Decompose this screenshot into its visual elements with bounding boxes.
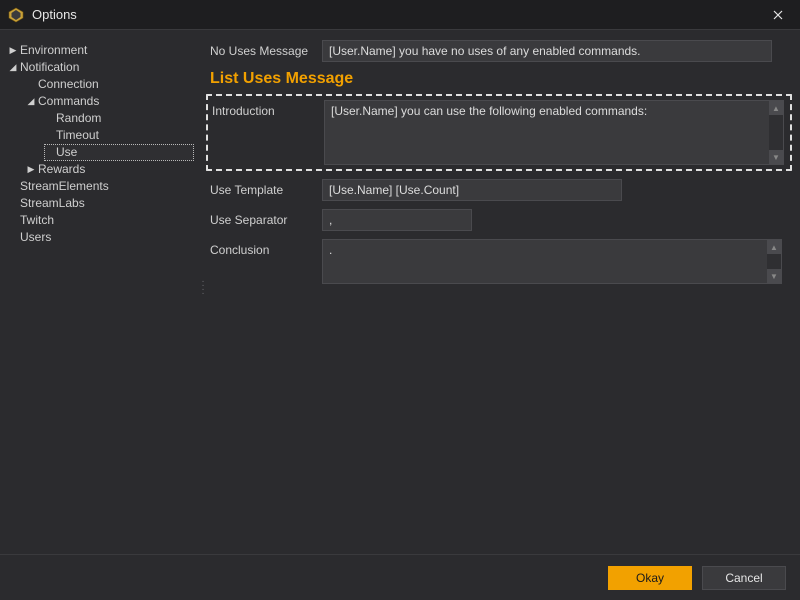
tree-item-notification[interactable]: ◢ Notification (8, 59, 194, 76)
conclusion-field-wrap: ▲ ▼ (322, 239, 782, 284)
chevron-right-icon: ▶ (8, 42, 18, 59)
scroll-up-icon: ▲ (769, 101, 783, 115)
chevron-down-icon: ◢ (26, 93, 36, 110)
scrollbar[interactable]: ▲ ▼ (767, 240, 781, 283)
tree-item-environment[interactable]: ▶ Environment (8, 42, 194, 59)
introduction-field-wrap: ▲ ▼ (324, 100, 784, 165)
scroll-down-icon: ▼ (767, 269, 781, 283)
tree-item-twitch[interactable]: ▶ Twitch (8, 212, 194, 229)
tree-item-timeout[interactable]: ▶ Timeout (44, 127, 194, 144)
tree-item-label: Twitch (18, 212, 56, 229)
scroll-down-icon: ▼ (769, 150, 783, 164)
okay-button[interactable]: Okay (608, 566, 692, 590)
tree-item-label: Environment (18, 42, 89, 59)
grip-icon: ···· (201, 280, 204, 296)
tree-item-random[interactable]: ▶ Random (44, 110, 194, 127)
tree-item-rewards[interactable]: ▶ Rewards (26, 161, 194, 178)
use-separator-label: Use Separator (210, 209, 322, 227)
use-template-label: Use Template (210, 179, 322, 197)
close-button[interactable] (764, 1, 792, 29)
window-title: Options (32, 7, 77, 22)
footer: Okay Cancel (0, 554, 800, 600)
tree-item-label: StreamElements (18, 178, 111, 195)
sidebar: ▶ Environment ◢ Notification ▶ Connectio… (0, 30, 200, 554)
titlebar: Options (0, 0, 800, 30)
no-uses-input[interactable] (322, 40, 772, 62)
close-icon (773, 10, 783, 20)
no-uses-label: No Uses Message (210, 40, 322, 58)
tree-item-streamlabs[interactable]: ▶ StreamLabs (8, 195, 194, 212)
use-template-input[interactable] (322, 179, 622, 201)
content-panel: No Uses Message List Uses Message Introd… (206, 30, 800, 554)
tree-item-users[interactable]: ▶ Users (8, 229, 194, 246)
use-separator-input[interactable] (322, 209, 472, 231)
chevron-down-icon: ◢ (8, 59, 18, 76)
tree-item-streamelements[interactable]: ▶ StreamElements (8, 178, 194, 195)
tree-item-commands[interactable]: ◢ Commands (26, 93, 194, 110)
tree-item-label: Random (54, 110, 103, 127)
tree-item-label: Connection (36, 76, 101, 93)
introduction-label: Introduction (212, 100, 324, 118)
conclusion-input[interactable] (323, 240, 781, 280)
introduction-highlight: Introduction ▲ ▼ (206, 94, 792, 171)
tree-item-use[interactable]: ▶ Use (44, 144, 194, 161)
tree-item-label: StreamLabs (18, 195, 87, 212)
cancel-button[interactable]: Cancel (702, 566, 786, 590)
chevron-right-icon: ▶ (26, 161, 36, 178)
tree-item-label: Use (54, 144, 79, 161)
scroll-up-icon: ▲ (767, 240, 781, 254)
tree-item-label: Commands (36, 93, 101, 110)
tree-item-label: Users (18, 229, 53, 246)
tree-item-label: Notification (18, 59, 81, 76)
scrollbar[interactable]: ▲ ▼ (769, 101, 783, 164)
introduction-input[interactable] (325, 101, 783, 161)
conclusion-label: Conclusion (210, 239, 322, 257)
section-title: List Uses Message (210, 70, 788, 88)
tree-item-label: Rewards (36, 161, 87, 178)
options-tree[interactable]: ▶ Environment ◢ Notification ▶ Connectio… (8, 42, 194, 246)
tree-item-label: Timeout (54, 127, 101, 144)
tree-item-connection[interactable]: ▶ Connection (26, 76, 194, 93)
app-icon (8, 7, 24, 23)
